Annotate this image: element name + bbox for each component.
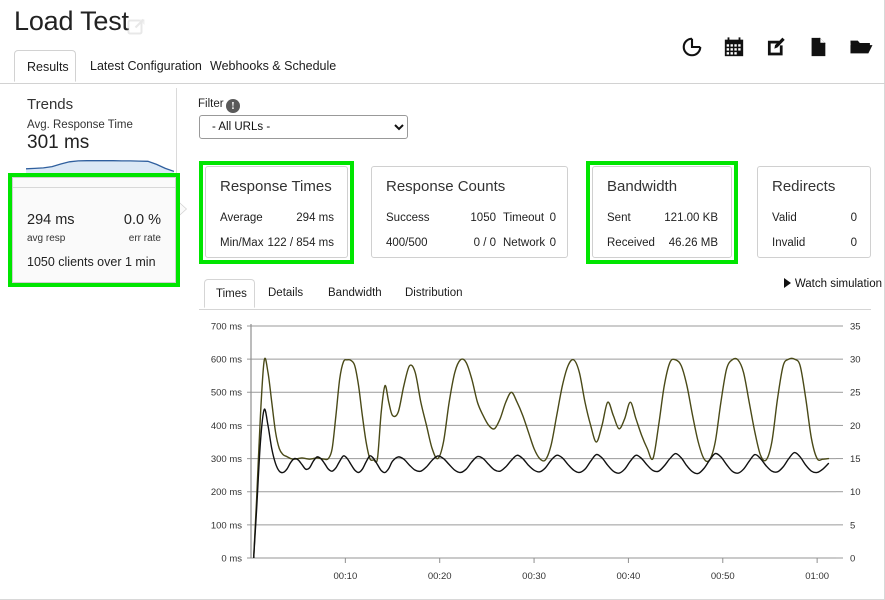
svg-text:700 ms: 700 ms bbox=[211, 321, 242, 332]
bandwidth-sent-label: Sent bbox=[607, 212, 631, 224]
results-subtab-bar: Times Details Bandwidth Distribution bbox=[199, 279, 871, 310]
subtab-times[interactable]: Times bbox=[204, 279, 255, 308]
page-header: Load Test bbox=[0, 0, 885, 57]
svg-text:200 ms: 200 ms bbox=[211, 487, 242, 498]
card-response-times-title: Response Times bbox=[220, 178, 332, 195]
info-exclamation-icon[interactable]: ! bbox=[226, 99, 240, 113]
response-times-average-value: 294 ms bbox=[296, 212, 334, 224]
tab-results[interactable]: Results bbox=[14, 50, 76, 82]
bandwidth-received-value: 46.26 MB bbox=[668, 237, 718, 249]
trends-error-rate-value: 0.0 % bbox=[123, 212, 161, 228]
svg-text:35: 35 bbox=[850, 321, 861, 332]
trends-clients-summary: 1050 clients over 1 min bbox=[27, 255, 156, 269]
svg-text:500 ms: 500 ms bbox=[211, 388, 242, 399]
subtab-bandwidth[interactable]: Bandwidth bbox=[317, 279, 393, 308]
svg-text:5: 5 bbox=[850, 520, 855, 531]
trends-avg-response-label: avg resp bbox=[27, 233, 66, 244]
svg-text:15: 15 bbox=[850, 454, 861, 465]
trends-error-rate-label: err rate bbox=[128, 233, 161, 244]
svg-text:0: 0 bbox=[850, 553, 855, 564]
response-counts-network-value: 0 bbox=[549, 237, 556, 249]
redirects-valid-value: 0 bbox=[850, 212, 857, 224]
response-counts-4xx5xx-label: 400/500 bbox=[386, 237, 428, 249]
response-counts-network-label: Network bbox=[503, 237, 546, 249]
response-times-minmax-value: 122 / 854 ms bbox=[267, 237, 334, 249]
svg-text:00:50: 00:50 bbox=[711, 571, 735, 582]
times-chart: 0 ms 100 ms 200 ms 300 ms 400 ms 500 ms 600 ms… bbox=[199, 318, 879, 588]
svg-text:0 ms: 0 ms bbox=[221, 553, 242, 564]
page-title: Load Test bbox=[14, 6, 129, 36]
bandwidth-received-label: Received bbox=[607, 237, 655, 249]
svg-text:100 ms: 100 ms bbox=[211, 520, 242, 531]
response-counts-timeout-value: 0 bbox=[549, 212, 556, 224]
card-response-counts-title: Response Counts bbox=[386, 178, 506, 195]
trends-card-arrow-icon bbox=[176, 200, 186, 218]
response-times-average-label: Average bbox=[220, 212, 263, 224]
trends-summary-card[interactable]: 294 ms 0.0 % avg resp err rate 1050 clie… bbox=[12, 177, 186, 283]
svg-text:00:20: 00:20 bbox=[428, 571, 452, 582]
svg-text:400 ms: 400 ms bbox=[211, 421, 242, 432]
trends-panel: Trends Avg. Response Time 301 ms bbox=[0, 88, 177, 186]
subtab-details[interactable]: Details bbox=[257, 279, 314, 308]
card-response-times: Response Times Average 294 ms Min/Max 12… bbox=[205, 166, 348, 258]
response-counts-timeout-label: Timeout bbox=[503, 212, 545, 224]
subtab-distribution[interactable]: Distribution bbox=[394, 279, 474, 308]
svg-text:00:30: 00:30 bbox=[522, 571, 546, 582]
response-times-minmax-label: Min/Max bbox=[220, 237, 264, 249]
svg-text:01:00: 01:00 bbox=[805, 571, 829, 582]
card-redirects-title: Redirects bbox=[772, 178, 836, 195]
card-redirects: Redirects Valid 0 Invalid 0 bbox=[757, 166, 871, 258]
tab-webhooks-schedule[interactable]: Webhooks & Schedule bbox=[198, 50, 348, 82]
svg-text:00:10: 00:10 bbox=[333, 571, 357, 582]
trends-subtitle: Avg. Response Time bbox=[27, 119, 133, 131]
load-test-page: Load Test Results Latest Configuration W… bbox=[0, 0, 885, 600]
card-bandwidth: Bandwidth Sent 121.00 KB Received 46.26 … bbox=[592, 166, 732, 258]
watch-simulation-link[interactable]: Watch simulation bbox=[783, 278, 882, 290]
svg-text:30: 30 bbox=[850, 355, 861, 366]
response-counts-success-value: 1050 bbox=[470, 212, 496, 224]
svg-text:300 ms: 300 ms bbox=[211, 454, 242, 465]
svg-text:20: 20 bbox=[850, 421, 861, 432]
redirects-valid-label: Valid bbox=[772, 212, 797, 224]
edit-square-icon[interactable] bbox=[127, 17, 147, 37]
svg-text:10: 10 bbox=[850, 487, 861, 498]
card-response-counts: Response Counts Success 1050 Timeout 0 4… bbox=[371, 166, 568, 258]
watch-simulation-label: Watch simulation bbox=[794, 278, 882, 290]
trends-avg-response-value: 294 ms bbox=[27, 212, 75, 228]
trends-card-divider bbox=[13, 187, 175, 188]
tab-latest-configuration[interactable]: Latest Configuration bbox=[78, 50, 214, 82]
play-triangle-icon bbox=[783, 278, 791, 288]
svg-text:25: 25 bbox=[850, 388, 861, 399]
trends-title: Trends bbox=[27, 96, 74, 113]
bandwidth-sent-value: 121.00 KB bbox=[664, 212, 718, 224]
main-tab-bar: Results Latest Configuration Webhooks & … bbox=[0, 50, 885, 84]
response-counts-success-label: Success bbox=[386, 212, 430, 224]
card-bandwidth-title: Bandwidth bbox=[607, 178, 678, 195]
svg-text:600 ms: 600 ms bbox=[211, 355, 242, 366]
filter-label: Filter bbox=[198, 98, 224, 110]
trends-value: 301 ms bbox=[27, 132, 90, 153]
redirects-invalid-value: 0 bbox=[850, 237, 857, 249]
svg-text:00:40: 00:40 bbox=[617, 571, 641, 582]
filter-url-select[interactable]: - All URLs - bbox=[199, 115, 408, 139]
redirects-invalid-label: Invalid bbox=[772, 237, 806, 249]
response-counts-4xx5xx-value: 0 / 0 bbox=[473, 237, 496, 249]
